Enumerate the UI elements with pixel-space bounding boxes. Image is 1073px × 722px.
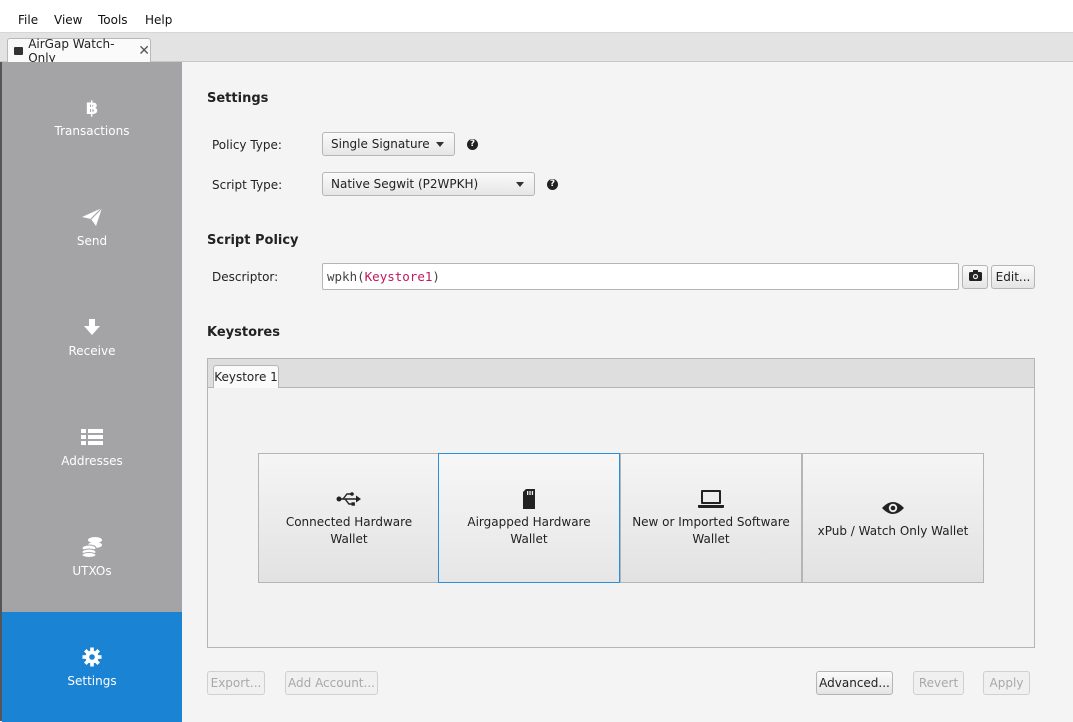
menu-tools[interactable]: Tools (98, 13, 128, 27)
sidebar-item-label: Transactions (54, 124, 130, 138)
wallet-option-label: Connected Hardware Wallet (285, 515, 413, 546)
keystores-title: Keystores (207, 325, 280, 340)
script-type-value: Native Segwit (P2WPKH) (331, 177, 479, 191)
sidebar-item-label: Addresses (61, 454, 123, 468)
sidebar-item-label: Receive (68, 344, 116, 358)
policy-type-label: Policy Type: (212, 138, 282, 152)
list-icon (81, 426, 103, 448)
chevron-down-icon (516, 182, 524, 187)
sidebar-item-transactions[interactable]: ฿ Transactions (2, 62, 182, 172)
chevron-down-icon (436, 142, 444, 147)
xpub-watch-only-wallet-button[interactable]: xPub / Watch Only Wallet (802, 453, 984, 583)
policy-type-help-icon[interactable]: ? (467, 139, 478, 150)
menu-bar: File View Tools Help (0, 0, 1073, 33)
keystore-tab-bar: Keystore 1 (208, 359, 1034, 388)
policy-type-select[interactable]: Single Signature (322, 132, 455, 156)
svg-text:฿: ฿ (86, 98, 99, 117)
add-account-button[interactable]: Add Account... (285, 671, 378, 695)
sidebar-item-label: Send (76, 234, 108, 248)
sidebar-item-addresses[interactable]: Addresses (2, 392, 182, 502)
gear-icon (82, 646, 102, 668)
usb-icon (336, 488, 362, 510)
menu-file[interactable]: File (18, 13, 38, 27)
eye-icon (881, 497, 905, 519)
menu-view[interactable]: View (54, 13, 82, 27)
close-icon[interactable]: ✕ (138, 43, 150, 59)
sidebar: ฿ Transactions Send Receive Addresses UT… (2, 62, 182, 722)
wallet-icon (14, 46, 24, 55)
revert-button[interactable]: Revert (913, 671, 964, 695)
camera-icon (968, 270, 982, 284)
tab-airgap-watch-only[interactable]: AirGap Watch-Only ✕ (7, 36, 151, 65)
descriptor-prefix: wpkh( (327, 269, 365, 284)
keystores-panel: Keystore 1 Connected Hardware Wallet Air… (207, 358, 1035, 648)
wallet-tab-bar: AirGap Watch-Only ✕ (0, 33, 1073, 65)
edit-descriptor-button[interactable]: Edit... (991, 265, 1035, 289)
wallet-option-label: New or Imported Software Wallet (632, 515, 790, 546)
wallet-option-label: xPub / Watch Only Wallet (817, 523, 969, 538)
new-or-imported-software-wallet-button[interactable]: New or Imported Software Wallet (620, 453, 802, 583)
wallet-tab-title: AirGap Watch-Only (28, 36, 115, 65)
descriptor-keystore: Keystore1 (364, 269, 433, 284)
paper-plane-icon (81, 206, 103, 228)
laptop-icon (698, 488, 724, 510)
descriptor-label: Descriptor: (212, 270, 279, 284)
settings-title: Settings (207, 91, 269, 106)
airgapped-hardware-wallet-button[interactable]: Airgapped Hardware Wallet (438, 453, 620, 583)
script-type-label: Script Type: (212, 178, 283, 192)
descriptor-suffix: ) (432, 269, 440, 284)
coins-icon (81, 536, 103, 558)
script-type-help-icon[interactable]: ? (547, 179, 558, 190)
tab-keystore-1[interactable]: Keystore 1 (213, 365, 279, 388)
settings-panel: Settings Policy Type: Single Signature ?… (182, 62, 1073, 721)
sidebar-item-label: UTXOs (72, 564, 112, 578)
script-type-select[interactable]: Native Segwit (P2WPKH) (322, 172, 535, 196)
sidebar-item-label: Settings (67, 674, 117, 688)
wallet-type-options: Connected Hardware Wallet Airgapped Hard… (258, 453, 984, 583)
apply-button[interactable]: Apply (983, 671, 1030, 695)
wallet-option-label: Airgapped Hardware Wallet (467, 515, 591, 546)
policy-type-value: Single Signature (331, 137, 430, 151)
script-policy-title: Script Policy (207, 233, 299, 248)
menu-help[interactable]: Help (145, 13, 172, 27)
sidebar-item-receive[interactable]: Receive (2, 282, 182, 392)
sidebar-item-settings[interactable]: Settings (2, 612, 182, 722)
bitcoin-icon: ฿ (84, 96, 100, 118)
advanced-button[interactable]: Advanced... (816, 671, 893, 695)
sidebar-item-utxos[interactable]: UTXOs (2, 502, 182, 612)
arrow-down-icon (83, 316, 101, 338)
export-button[interactable]: Export... (207, 671, 265, 695)
descriptor-field[interactable]: wpkh(Keystore1) (322, 263, 959, 290)
sidebar-item-send[interactable]: Send (2, 172, 182, 282)
connected-hardware-wallet-button[interactable]: Connected Hardware Wallet (258, 453, 440, 583)
sd-card-icon (522, 488, 536, 510)
scan-qr-button[interactable] (962, 265, 988, 289)
